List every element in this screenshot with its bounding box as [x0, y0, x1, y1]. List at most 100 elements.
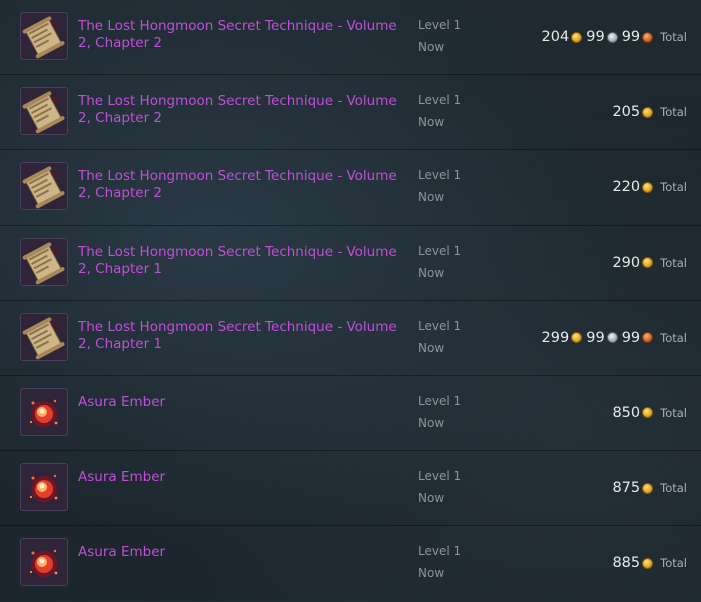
scroll-icon — [21, 313, 67, 360]
price: 875 Total — [612, 478, 687, 498]
item-level: Level 1 — [418, 544, 462, 559]
ember-icon — [21, 539, 67, 586]
item-icon-frame — [20, 387, 68, 436]
listing-row[interactable]: The Lost Hongmoon Secret Technique - Vol… — [0, 301, 701, 376]
listing-row[interactable]: The Lost Hongmoon Secret Technique - Vol… — [0, 150, 701, 226]
item-icon-frame — [20, 237, 68, 286]
silver-value: 99 — [586, 29, 605, 45]
item-name[interactable]: The Lost Hongmoon Secret Technique - Vol… — [78, 319, 398, 353]
item-level: Level 1 — [418, 318, 462, 333]
silver-coin-icon — [606, 31, 618, 43]
listing-row[interactable]: The Lost Hongmoon Secret Technique - Vol… — [0, 75, 701, 151]
price: 205 Total — [612, 102, 687, 122]
gold-amount: 885 — [612, 555, 654, 572]
item-name[interactable]: Asura Ember — [78, 544, 398, 561]
gold-coin-icon — [642, 257, 654, 269]
total-label: Total — [660, 405, 687, 420]
ember-icon — [21, 464, 67, 511]
item-icon-frame — [20, 312, 68, 361]
gold-value: 204 — [541, 29, 570, 45]
item-icon-frame — [20, 87, 68, 136]
listing-time: Now — [418, 491, 445, 506]
gold-amount: 220 — [612, 179, 654, 196]
gold-coin-icon — [642, 181, 654, 193]
scroll-icon — [21, 88, 67, 135]
listing-time: Now — [418, 265, 445, 280]
listing-time: Now — [418, 190, 445, 205]
item-level: Level 1 — [418, 243, 462, 258]
gold-amount: 299 — [542, 330, 583, 346]
silver-amount: 99 — [586, 29, 618, 45]
gold-coin-icon — [571, 332, 583, 344]
gold-amount: 875 — [612, 480, 654, 497]
total-label: Total — [660, 556, 687, 571]
scroll-icon — [21, 238, 67, 285]
listing-row[interactable]: The Lost Hongmoon Secret Technique - Vol… — [0, 226, 701, 301]
gold-value: 299 — [541, 329, 570, 346]
total-label: Total — [660, 330, 687, 345]
gold-value: 850 — [612, 404, 641, 421]
silver-amount: 99 — [586, 330, 618, 346]
gold-amount: 205 — [612, 104, 654, 121]
gold-value: 205 — [612, 104, 641, 121]
listing-time: Now — [418, 566, 445, 581]
gold-coin-icon — [642, 106, 654, 118]
price: 299 99 99 Total — [542, 328, 687, 348]
copper-value: 99 — [621, 29, 641, 45]
copper-coin-icon — [642, 31, 654, 43]
total-label: Total — [660, 30, 687, 44]
ember-icon — [21, 388, 67, 435]
gold-value: 220 — [612, 179, 641, 196]
listing-row[interactable]: The Lost Hongmoon Secret Technique - Vol… — [0, 0, 701, 76]
gold-value: 885 — [612, 555, 641, 572]
listing-time: Now — [418, 40, 445, 54]
gold-amount: 290 — [612, 254, 654, 271]
item-name[interactable]: The Lost Hongmoon Secret Technique - Vol… — [78, 18, 398, 52]
total-label: Total — [660, 105, 687, 120]
price: 850 Total — [612, 403, 687, 423]
gold-coin-icon — [571, 31, 583, 43]
item-icon-frame — [20, 162, 68, 211]
gold-coin-icon — [642, 482, 654, 494]
gold-coin-icon — [642, 407, 654, 419]
item-level: Level 1 — [418, 168, 462, 183]
total-label: Total — [660, 481, 687, 496]
price: 885 Total — [612, 553, 687, 573]
silver-coin-icon — [606, 332, 618, 344]
copper-value: 99 — [621, 329, 641, 346]
item-name[interactable]: The Lost Hongmoon Secret Technique - Vol… — [78, 168, 398, 202]
listing-row[interactable]: Asura Ember Level 1 Now 875 Total — [0, 451, 701, 527]
scroll-icon — [21, 163, 67, 210]
total-label: Total — [660, 180, 687, 195]
item-name[interactable]: Asura Ember — [78, 469, 398, 486]
gold-value: 875 — [612, 480, 641, 497]
item-icon-frame — [20, 463, 68, 512]
item-level: Level 1 — [418, 393, 462, 408]
copper-amount: 99 — [621, 329, 654, 346]
copper-amount: 99 — [621, 29, 654, 45]
gold-amount: 850 — [612, 404, 654, 421]
copper-coin-icon — [642, 332, 654, 344]
listing-row[interactable]: Asura Ember Level 1 Now 885 Total — [0, 526, 701, 601]
gold-amount: 204 — [542, 29, 583, 45]
item-icon-frame — [20, 538, 68, 587]
item-level: Level 1 — [418, 469, 462, 484]
item-icon-frame — [20, 12, 68, 60]
item-name[interactable]: Asura Ember — [78, 394, 398, 411]
item-level: Level 1 — [418, 93, 462, 108]
listing-time: Now — [418, 115, 445, 130]
scroll-icon — [21, 13, 67, 59]
item-name[interactable]: The Lost Hongmoon Secret Technique - Vol… — [78, 93, 398, 127]
gold-coin-icon — [642, 557, 654, 569]
listing-time: Now — [418, 415, 445, 430]
item-name[interactable]: The Lost Hongmoon Secret Technique - Vol… — [78, 244, 398, 278]
price: 220 Total — [612, 177, 687, 197]
total-label: Total — [660, 255, 687, 270]
price: 290 Total — [612, 253, 687, 273]
gold-value: 290 — [612, 254, 641, 271]
market-listing: The Lost Hongmoon Secret Technique - Vol… — [0, 0, 701, 602]
listing-row[interactable]: Asura Ember Level 1 Now 850 Total — [0, 376, 701, 452]
item-level: Level 1 — [418, 18, 462, 32]
price: 204 99 99 Total — [542, 27, 687, 47]
listing-time: Now — [418, 340, 445, 355]
